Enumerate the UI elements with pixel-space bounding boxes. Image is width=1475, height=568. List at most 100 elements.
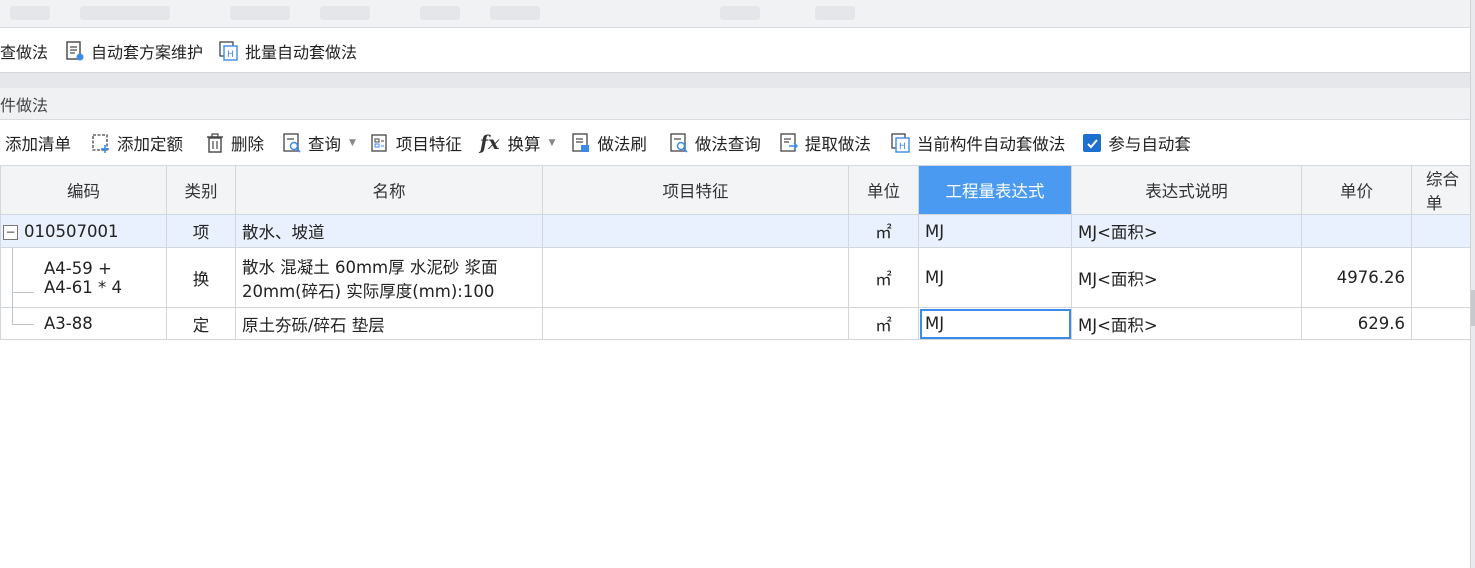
query-icon bbox=[282, 132, 302, 154]
cell-composite[interactable] bbox=[1411, 247, 1475, 308]
cell-expression-description[interactable]: MJ<面积> bbox=[1071, 307, 1302, 340]
ribbon-placeholder bbox=[490, 6, 540, 20]
svg-text:H: H bbox=[227, 50, 234, 60]
auto-scheme-maintain-button[interactable]: 自动套方案维护 bbox=[65, 30, 203, 72]
method-toolbar-top: 查做法 自动套方案维护 H 批量自动套做法 bbox=[0, 30, 1470, 72]
table-header-row: 编码 类别 名称 项目特征 单位 工程量表达式 表达式说明 单价 综合单 bbox=[0, 165, 1475, 215]
cell-unit[interactable]: ㎡ bbox=[848, 247, 919, 308]
cell-expression[interactable]: MJ bbox=[918, 214, 1072, 248]
participate-auto-apply-checkbox[interactable]: 参与自动套 bbox=[1083, 124, 1191, 162]
ribbon-placeholder bbox=[320, 6, 370, 20]
panel-header: 件做法 bbox=[0, 88, 1470, 120]
query-label: 查询 bbox=[308, 135, 341, 154]
cell-expression[interactable]: MJ bbox=[918, 247, 1072, 308]
extract-method-label: 提取做法 bbox=[804, 135, 871, 154]
checkbox-checked-icon bbox=[1083, 134, 1102, 152]
column-header-category[interactable]: 类别 bbox=[166, 165, 236, 215]
column-header-unit[interactable]: 单位 bbox=[848, 165, 919, 215]
add-quota-icon bbox=[91, 132, 111, 154]
extract-icon bbox=[779, 132, 799, 154]
cell-category[interactable]: 定 bbox=[166, 307, 236, 340]
cell-category[interactable]: 项 bbox=[166, 214, 236, 248]
delete-button[interactable]: 删除 bbox=[205, 124, 264, 162]
cell-name[interactable]: 原土夯砾/碎石 垫层 bbox=[235, 307, 543, 340]
auto-scheme-maintain-label: 自动套方案维护 bbox=[91, 43, 204, 62]
batch-auto-apply-label: 批量自动套做法 bbox=[245, 43, 358, 62]
column-header-expression-description[interactable]: 表达式说明 bbox=[1071, 165, 1302, 215]
method-query-icon bbox=[669, 132, 689, 154]
cell-expression-selected[interactable]: MJ bbox=[918, 307, 1072, 340]
cell-code[interactable]: A4-59 + A4-61 * 4 bbox=[0, 247, 167, 308]
cell-unit-price[interactable]: 4976.26 bbox=[1301, 247, 1412, 308]
conversion-label: 换算 bbox=[507, 135, 541, 154]
extract-method-button[interactable]: 提取做法 bbox=[779, 124, 871, 162]
method-query-button[interactable]: 做法查询 bbox=[669, 124, 761, 162]
view-method-label: 查做法 bbox=[0, 43, 49, 62]
document-settings-icon bbox=[65, 40, 85, 62]
cell-name[interactable]: 散水、坡道 bbox=[235, 214, 543, 248]
column-header-composite[interactable]: 综合单 bbox=[1411, 165, 1475, 215]
column-header-name[interactable]: 名称 bbox=[235, 165, 543, 215]
add-list-button[interactable]: 添加清单 bbox=[5, 124, 71, 162]
cell-code-text: 010507001 bbox=[24, 221, 119, 241]
tree-connector bbox=[12, 248, 13, 308]
cell-unit-price[interactable]: 629.6 bbox=[1301, 307, 1412, 340]
cell-expression-description[interactable]: MJ<面积> bbox=[1071, 247, 1302, 308]
brush-icon bbox=[571, 132, 591, 154]
tree-connector bbox=[12, 292, 34, 293]
method-table: 编码 类别 名称 项目特征 单位 工程量表达式 表达式说明 单价 综合单 −01… bbox=[0, 165, 1475, 340]
cell-feature[interactable] bbox=[542, 214, 849, 248]
cell-composite[interactable] bbox=[1411, 214, 1475, 248]
column-header-code[interactable]: 编码 bbox=[0, 165, 167, 215]
cell-name[interactable]: 散水 混凝土 60mm厚 水泥砂 浆面 20mm(碎石) 实际厚度(mm):10… bbox=[235, 247, 543, 308]
tree-connector bbox=[12, 324, 34, 325]
table-row[interactable]: −010507001 项 散水、坡道 ㎡ MJ MJ<面积> bbox=[0, 214, 1475, 248]
project-feature-label: 项目特征 bbox=[395, 135, 462, 154]
cell-unit[interactable]: ㎡ bbox=[848, 214, 919, 248]
collapse-icon[interactable]: − bbox=[3, 224, 18, 240]
add-quota-label: 添加定额 bbox=[117, 135, 183, 154]
method-brush-button[interactable]: 做法刷 bbox=[571, 124, 647, 162]
view-method-button[interactable]: 查做法 bbox=[0, 30, 48, 72]
cell-code[interactable]: −010507001 bbox=[0, 214, 167, 248]
ribbon-placeholder bbox=[720, 6, 760, 20]
ribbon-placeholder bbox=[420, 6, 460, 20]
cell-expression-description[interactable]: MJ<面积> bbox=[1071, 214, 1302, 248]
feature-icon bbox=[370, 132, 390, 154]
ribbon-placeholder bbox=[80, 6, 170, 20]
query-dropdown-button[interactable]: 查询 ▼ bbox=[282, 124, 356, 162]
cell-unit[interactable]: ㎡ bbox=[848, 307, 919, 340]
cell-unit-price[interactable] bbox=[1301, 214, 1412, 248]
cell-composite[interactable] bbox=[1411, 307, 1475, 340]
tree-connector bbox=[12, 308, 13, 324]
table-row[interactable]: A4-59 + A4-61 * 4 换 散水 混凝土 60mm厚 水泥砂 浆面 … bbox=[0, 247, 1475, 308]
cell-feature[interactable] bbox=[542, 247, 849, 308]
project-feature-button[interactable]: 项目特征 bbox=[370, 124, 462, 162]
cell-code-line: A4-61 * 4 bbox=[44, 277, 122, 297]
fx-icon: fx bbox=[479, 132, 500, 154]
column-header-unit-price[interactable]: 单价 bbox=[1301, 165, 1412, 215]
participate-auto-apply-label: 参与自动套 bbox=[1108, 135, 1191, 154]
ribbon-placeholder bbox=[230, 6, 290, 20]
vertical-scrollbar[interactable] bbox=[1470, 0, 1475, 568]
cell-code-text: A3-88 bbox=[44, 314, 93, 333]
conversion-dropdown-button[interactable]: fx 换算 ▼ bbox=[480, 124, 555, 162]
top-ribbon-strip bbox=[0, 0, 1475, 28]
add-quota-button[interactable]: 添加定额 bbox=[91, 124, 183, 162]
batch-apply-icon: H bbox=[219, 40, 239, 62]
cell-code[interactable]: A3-88 bbox=[0, 307, 167, 340]
cell-feature[interactable] bbox=[542, 307, 849, 340]
chevron-down-icon: ▼ bbox=[349, 138, 356, 148]
add-list-label: 添加清单 bbox=[5, 135, 71, 154]
column-header-quantity-expression[interactable]: 工程量表达式 bbox=[918, 165, 1072, 215]
cell-name-line: 20mm(碎石) 实际厚度(mm):100 bbox=[242, 281, 495, 301]
cell-category[interactable]: 换 bbox=[166, 247, 236, 308]
current-component-auto-apply-button[interactable]: H 当前构件自动套做法 bbox=[891, 124, 1065, 162]
batch-auto-apply-button[interactable]: H 批量自动套做法 bbox=[219, 30, 357, 72]
scrollbar-thumb[interactable] bbox=[1471, 290, 1475, 326]
cell-code-line: A4-59 + bbox=[44, 258, 112, 278]
cell-name-line: 散水 混凝土 60mm厚 水泥砂 浆面 bbox=[242, 257, 498, 277]
table-row[interactable]: A3-88 定 原土夯砾/碎石 垫层 ㎡ MJ MJ<面积> 629.6 bbox=[0, 307, 1475, 340]
panel-title: 件做法 bbox=[0, 95, 49, 115]
column-header-feature[interactable]: 项目特征 bbox=[542, 165, 849, 215]
